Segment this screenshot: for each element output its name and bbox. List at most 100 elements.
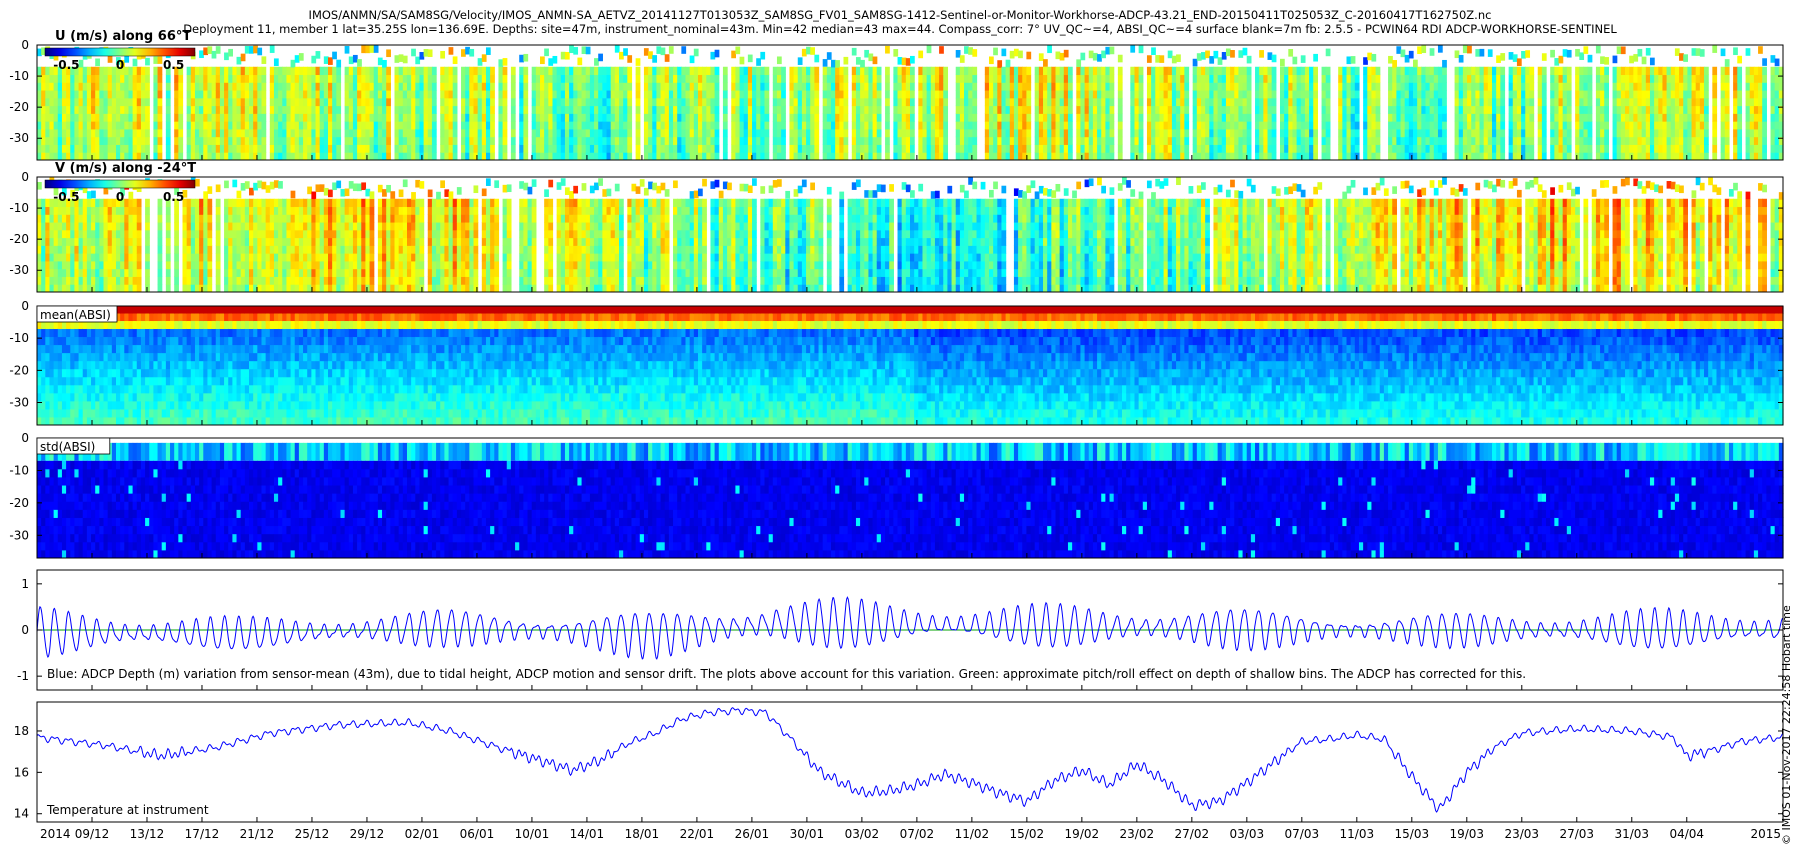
u-velocity-cell — [66, 121, 71, 130]
u-velocity-cell — [240, 152, 246, 161]
u-velocity-cell — [1666, 90, 1672, 99]
u-velocity-cell — [681, 136, 687, 145]
u-velocity-cell — [236, 136, 242, 145]
u-velocity-cell — [1134, 82, 1140, 91]
u-velocity-cell — [1562, 90, 1568, 99]
u-velocity-cell — [1163, 74, 1169, 83]
u-velocity-cell — [743, 105, 749, 114]
u-velocity-cell — [540, 113, 545, 122]
u-velocity-cell — [564, 66, 570, 76]
v-velocity-cell — [99, 206, 105, 215]
u-velocity-cell — [398, 66, 404, 76]
u-velocity-surface-cell — [1363, 57, 1368, 65]
u-velocity-cell — [677, 113, 682, 122]
u-velocity-cell — [523, 152, 529, 161]
u-velocity-cell — [681, 90, 687, 99]
u-velocity-surface-cell — [544, 48, 549, 57]
u-velocity-cell — [1442, 144, 1447, 153]
u-velocity-cell — [822, 74, 828, 83]
u-velocity-cell — [207, 113, 213, 122]
v-velocity-cell — [103, 253, 109, 262]
u-velocity-cell — [564, 128, 570, 138]
u-velocity-cell — [939, 121, 944, 130]
u-velocity-cell — [1583, 74, 1589, 83]
u-velocity-cell — [714, 152, 720, 161]
u-velocity-cell — [1205, 74, 1210, 83]
u-velocity-cell — [461, 144, 466, 153]
u-velocity-cell — [465, 66, 470, 76]
u-velocity-cell — [95, 74, 100, 83]
u-velocity-cell — [1338, 90, 1343, 99]
v-velocity-cell — [70, 237, 76, 246]
u-velocity-cell — [934, 74, 940, 83]
u-velocity-cell — [190, 74, 196, 83]
u-velocity-cell — [244, 128, 250, 138]
u-velocity-cell — [1558, 105, 1564, 114]
u-velocity-cell — [1171, 82, 1177, 91]
u-velocity-cell — [286, 128, 292, 138]
u-velocity-cell — [373, 97, 379, 107]
u-velocity-cell — [1055, 105, 1061, 114]
u-velocity-cell — [934, 121, 940, 130]
u-velocity-cell — [1413, 113, 1418, 122]
u-velocity-surface-cell — [1159, 55, 1165, 63]
u-velocity-cell — [901, 66, 907, 76]
u-velocity-surface-cell — [1259, 50, 1264, 58]
u-velocity-cell — [1255, 97, 1260, 107]
u-velocity-cell — [1105, 136, 1111, 145]
u-velocity-cell — [282, 82, 288, 91]
v-velocity-cell — [91, 222, 96, 231]
u-velocity-cell — [402, 82, 408, 91]
u-velocity-cell — [1246, 113, 1252, 122]
u-velocity-cell — [1512, 113, 1518, 122]
u-velocity-cell — [1691, 74, 1697, 83]
u-velocity-cell — [702, 113, 707, 122]
u-velocity-cell — [760, 136, 766, 145]
u-velocity-cell — [1396, 152, 1402, 161]
u-velocity-cell — [910, 128, 915, 138]
u-velocity-cell — [988, 136, 994, 145]
u-velocity-cell — [1059, 121, 1065, 130]
u-velocity-cell — [1063, 128, 1069, 138]
u-velocity-cell — [369, 152, 375, 161]
u-velocity-cell — [756, 66, 761, 76]
u-velocity-cell — [290, 121, 296, 130]
u-velocity-cell — [498, 113, 504, 122]
u-velocity-cell — [1699, 97, 1705, 107]
v-velocity-cell — [99, 198, 105, 208]
u-velocity-cell — [1300, 90, 1306, 99]
u-velocity-cell — [406, 113, 412, 122]
u-velocity-cell — [1375, 121, 1381, 130]
u-velocity-cell — [1304, 82, 1310, 91]
u-velocity-cell — [806, 90, 811, 99]
v-velocity-cell — [41, 214, 46, 223]
u-velocity-cell — [573, 121, 579, 130]
u-velocity-cell — [1350, 136, 1356, 145]
u-velocity-cell — [752, 97, 757, 107]
u-velocity-cell — [731, 74, 736, 83]
u-velocity-cell — [535, 152, 541, 161]
u-velocity-cell — [997, 152, 1003, 161]
u-velocity-cell — [269, 74, 275, 83]
u-velocity-cell — [199, 105, 204, 114]
u-velocity-cell — [1109, 74, 1115, 83]
u-velocity-cell — [1279, 90, 1285, 99]
u-velocity-cell — [1641, 66, 1647, 76]
u-velocity-cell — [860, 144, 865, 153]
u-velocity-cell — [984, 128, 990, 138]
u-velocity-cell — [419, 74, 425, 83]
u-velocity-cell — [1433, 66, 1439, 76]
u-velocity-cell — [1130, 152, 1136, 161]
u-velocity-cell — [1013, 136, 1019, 145]
u-velocity-cell — [103, 74, 109, 83]
u-velocity-cell — [693, 97, 699, 107]
u-velocity-cell — [307, 128, 312, 138]
u-velocity-cell — [872, 152, 878, 161]
v-velocity-cell — [41, 276, 46, 285]
u-velocity-cell — [1117, 90, 1123, 99]
u-velocity-cell — [473, 97, 479, 107]
u-velocity-cell — [440, 121, 445, 130]
u-velocity-cell — [431, 152, 437, 161]
u-velocity-cell — [386, 66, 391, 76]
u-velocity-cell — [1749, 121, 1755, 130]
